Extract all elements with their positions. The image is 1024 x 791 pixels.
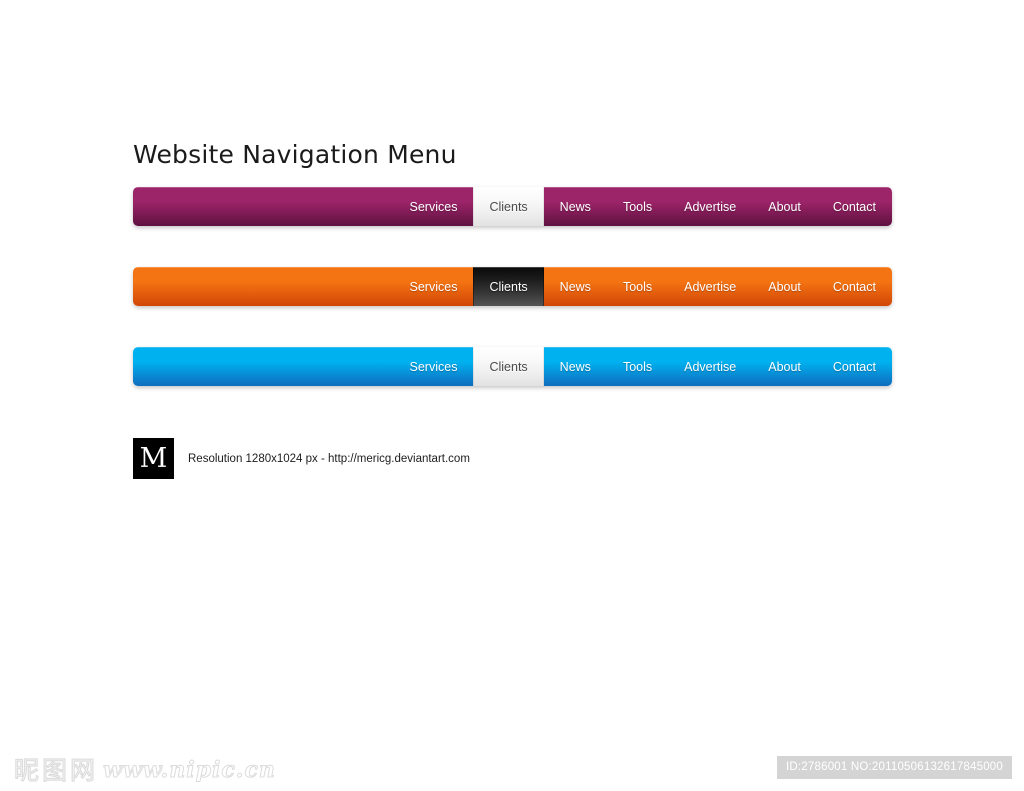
nav-item-clients[interactable]: Clients: [473, 187, 544, 226]
page-canvas: Website Navigation Menu Services Clients N…: [0, 0, 1024, 791]
watermark-logo: 昵图网: [13, 755, 96, 785]
navbar-purple: Services Clients News Tools Advertise About Co…: [133, 187, 892, 226]
page-title: Website Navigation Menu: [133, 140, 457, 169]
navbar-items: Services Clients News Tools Advertise About Co…: [394, 347, 892, 386]
nav-item-about[interactable]: About: [752, 267, 817, 306]
nav-item-services[interactable]: Services: [394, 187, 474, 226]
nav-item-contact[interactable]: Contact: [817, 187, 892, 226]
nav-item-news[interactable]: News: [544, 347, 607, 386]
nav-item-services[interactable]: Services: [394, 267, 474, 306]
navbar-items: Services Clients News Tools Advertise About Co…: [394, 267, 892, 306]
credit-block: M Resolution 1280x1024 px - http://meric…: [133, 438, 470, 479]
nav-item-tools[interactable]: Tools: [607, 347, 668, 386]
nav-item-advertise[interactable]: Advertise: [668, 187, 752, 226]
nav-item-clients[interactable]: Clients: [473, 347, 544, 386]
watermark-char: 图: [41, 755, 68, 785]
site-watermark: 昵图网 www.nipic.cn: [13, 755, 276, 785]
nav-item-about[interactable]: About: [752, 347, 817, 386]
watermark-char: 昵: [13, 755, 40, 785]
nav-item-news[interactable]: News: [544, 267, 607, 306]
nav-item-services[interactable]: Services: [394, 347, 474, 386]
navbar-items: Services Clients News Tools Advertise About Co…: [394, 187, 892, 226]
nav-item-about[interactable]: About: [752, 187, 817, 226]
nav-item-clients[interactable]: Clients: [473, 267, 544, 306]
nav-item-news[interactable]: News: [544, 187, 607, 226]
author-logo: M: [133, 438, 174, 479]
credit-text: Resolution 1280x1024 px - http://mericg.…: [188, 452, 470, 465]
navbar-blue: Services Clients News Tools Advertise About Co…: [133, 347, 892, 386]
watermark-url: www.nipic.cn: [103, 757, 276, 784]
nav-item-contact[interactable]: Contact: [817, 347, 892, 386]
navbar-orange: Services Clients News Tools Advertise About Co…: [133, 267, 892, 306]
nav-item-advertise[interactable]: Advertise: [668, 347, 752, 386]
nav-item-advertise[interactable]: Advertise: [668, 267, 752, 306]
nav-item-tools[interactable]: Tools: [607, 187, 668, 226]
watermark-char: 网: [69, 755, 96, 785]
image-id-badge: ID:2786001 NO:20110506132617845000: [777, 756, 1012, 779]
nav-item-tools[interactable]: Tools: [607, 267, 668, 306]
nav-item-contact[interactable]: Contact: [817, 267, 892, 306]
